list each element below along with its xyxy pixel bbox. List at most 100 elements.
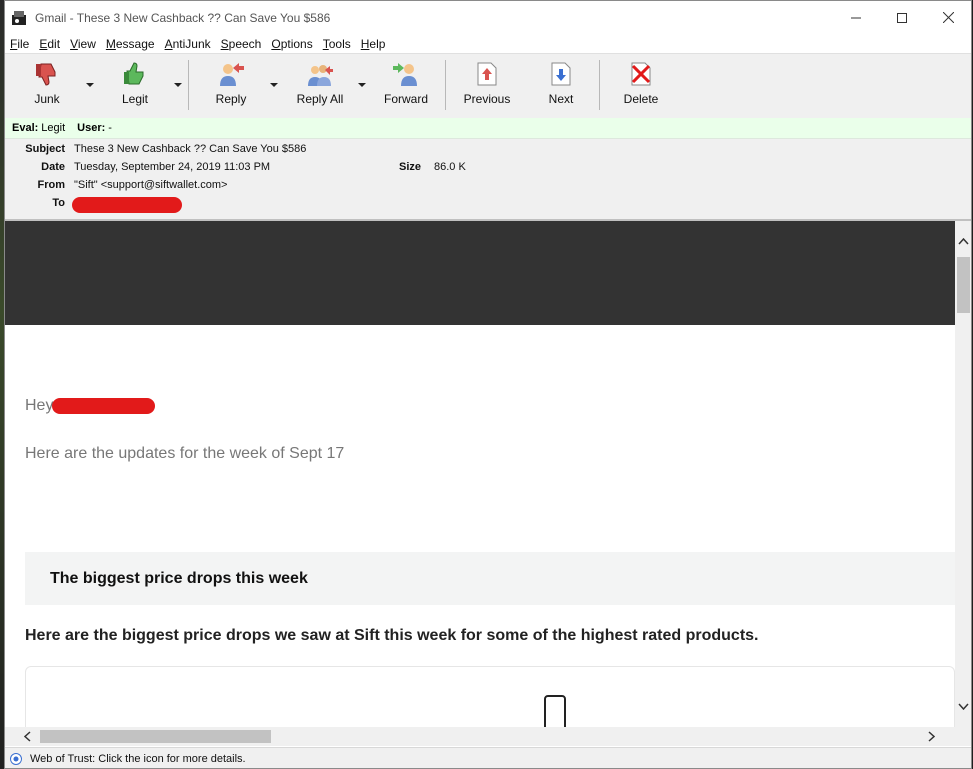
maximize-button[interactable] [879, 1, 925, 34]
menu-edit-label: dit [47, 36, 61, 51]
previous-button[interactable]: Previous [463, 60, 511, 114]
chevron-left-icon [24, 731, 31, 742]
vertical-scrollbar[interactable] [955, 221, 971, 727]
date-value: Tuesday, September 24, 2019 11:03 PM [74, 161, 271, 173]
section-header-box: The biggest price drops this week [25, 552, 955, 605]
dropdown-arrow-icon [358, 82, 366, 87]
forward-icon [393, 63, 417, 86]
dropdown-arrow-icon [270, 82, 278, 87]
forward-button[interactable]: Forward [383, 60, 429, 114]
reply-all-dropdown[interactable] [357, 81, 367, 89]
close-button[interactable] [925, 1, 971, 34]
window-title: Gmail - These 3 New Cashback ?? Can Save… [35, 10, 331, 25]
chevron-right-icon [928, 731, 935, 742]
scroll-up-button[interactable] [955, 233, 971, 250]
eval-value: Legit [41, 122, 66, 134]
menu-bar: File Edit View Message AntiJunk Speech O… [5, 34, 971, 53]
junk-button[interactable]: Junk [29, 60, 65, 114]
delete-icon [631, 62, 651, 86]
junk-dropdown[interactable] [85, 81, 95, 89]
to-label: To [52, 197, 65, 209]
date-label: Date [41, 161, 65, 173]
message-headers: Subject These 3 New Cashback ?? Can Save… [5, 139, 971, 221]
reply-button[interactable]: Reply [211, 60, 251, 114]
scroll-down-button[interactable] [955, 698, 971, 715]
close-icon [942, 12, 954, 23]
minimize-button[interactable] [833, 1, 879, 34]
menu-tools[interactable]: Tools [323, 37, 351, 51]
updates-text: Here are the updates for the week of Sep… [25, 445, 345, 462]
toolbar-separator [188, 60, 189, 110]
reply-all-label: Reply All [296, 92, 344, 106]
minimize-icon [851, 17, 861, 18]
redaction-mark [52, 398, 155, 414]
reply-all-button[interactable]: Reply All [293, 60, 347, 114]
size-label: Size [398, 161, 421, 173]
menu-antijunk[interactable]: AntiJunk [165, 37, 211, 51]
delete-button[interactable]: Delete [621, 60, 661, 114]
menu-view-label: iew [77, 36, 96, 51]
menu-view[interactable]: View [70, 37, 96, 51]
phone-product-image [544, 695, 566, 727]
email-header-banner [5, 221, 955, 325]
scroll-right-button[interactable] [923, 727, 940, 746]
menu-options[interactable]: Options [271, 37, 312, 51]
menu-file[interactable]: File [10, 37, 29, 51]
menu-speech-mnemonic: S [220, 36, 229, 51]
user-value: - [108, 122, 112, 134]
reply-icon [220, 63, 244, 86]
legit-button[interactable]: Legit [117, 60, 153, 114]
section-title: The biggest price drops this week [50, 570, 308, 587]
vertical-scroll-thumb[interactable] [957, 257, 970, 313]
menu-options-label: ptions [280, 36, 313, 51]
email-viewer-window: Gmail - These 3 New Cashback ?? Can Save… [4, 0, 972, 769]
toolbar: Junk Legit Reply Reply All Forward Previ… [5, 53, 971, 119]
scrollbar-corner [955, 727, 971, 746]
subject-label: Subject [25, 143, 65, 155]
app-icon [11, 10, 27, 26]
menu-tools-label: ools [328, 36, 351, 51]
chevron-down-icon [958, 703, 969, 710]
menu-antijunk-label: ntiJunk [172, 36, 211, 51]
web-of-trust-icon[interactable] [10, 753, 22, 765]
menu-options-mnemonic: O [271, 36, 281, 51]
scroll-left-button[interactable] [19, 727, 36, 746]
size-value: 86.0 K [434, 161, 466, 173]
user-label: User: [77, 122, 106, 134]
menu-edit[interactable]: Edit [39, 37, 60, 51]
reply-label: Reply [215, 92, 247, 106]
delete-label: Delete [623, 92, 659, 106]
menu-message-label: essage [115, 36, 155, 51]
menu-message-mnemonic: M [105, 36, 116, 51]
menu-speech-label: peech [228, 36, 262, 51]
horizontal-scrollbar[interactable] [5, 727, 955, 746]
next-label: Next [548, 92, 574, 106]
title-bar: Gmail - These 3 New Cashback ?? Can Save… [5, 1, 971, 34]
redaction-mark [72, 197, 182, 213]
product-card[interactable] [25, 666, 955, 727]
horizontal-scroll-thumb[interactable] [40, 730, 271, 743]
chevron-up-icon [958, 238, 969, 245]
next-button[interactable]: Next [543, 60, 579, 114]
legit-dropdown[interactable] [173, 81, 183, 89]
toolbar-separator [445, 60, 446, 110]
thumbs-up-icon [124, 62, 144, 85]
forward-label: Forward [383, 92, 428, 106]
thumbs-down-icon [36, 63, 56, 86]
status-text: Web of Trust: Click the icon for more de… [30, 753, 246, 765]
dropdown-arrow-icon [86, 82, 94, 87]
next-icon [551, 62, 571, 86]
reply-all-icon [308, 65, 333, 86]
menu-file-label: ile [17, 36, 30, 51]
reply-dropdown[interactable] [269, 81, 279, 89]
eval-bar: Eval: Legit User: - [5, 118, 971, 139]
menu-speech[interactable]: Speech [221, 37, 262, 51]
menu-view-mnemonic: V [70, 36, 78, 51]
menu-help[interactable]: Help [361, 37, 386, 51]
from-label: From [37, 179, 66, 191]
intro-text: Here are the biggest price drops we saw … [25, 627, 759, 644]
junk-label: Junk [34, 92, 60, 106]
menu-help-label: elp [369, 36, 386, 51]
from-value[interactable]: "Sift" <support@siftwallet.com> [74, 179, 227, 191]
menu-message[interactable]: Message [106, 37, 155, 51]
